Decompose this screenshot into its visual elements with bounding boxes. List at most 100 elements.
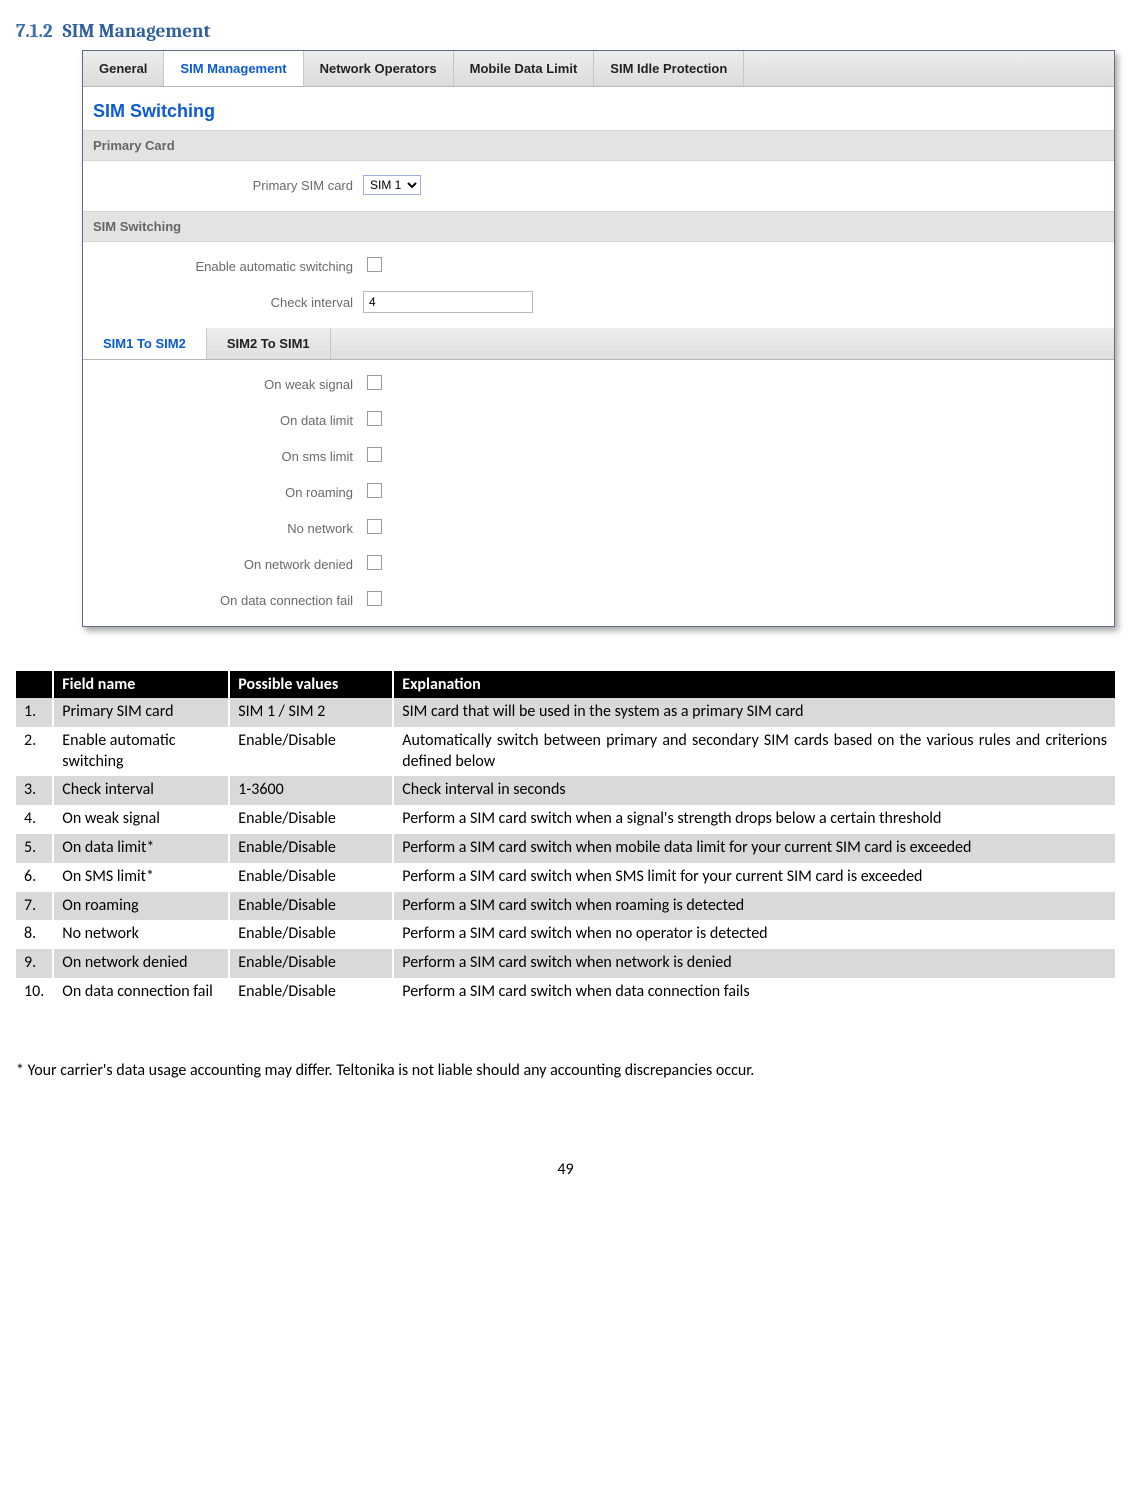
table-cell: Enable/Disable bbox=[229, 805, 393, 834]
table-cell: SIM card that will be used in the system… bbox=[393, 698, 1115, 727]
main-tabs: General SIM Management Network Operators… bbox=[83, 51, 1114, 87]
checkbox-condition[interactable] bbox=[367, 447, 382, 462]
tab-general[interactable]: General bbox=[83, 51, 164, 86]
row-condition: On data limit bbox=[83, 402, 1114, 438]
label-condition: No network bbox=[83, 521, 361, 536]
col-possible-values: Possible values bbox=[229, 671, 393, 698]
table-cell: 3. bbox=[16, 776, 53, 805]
checkbox-enable-auto[interactable] bbox=[367, 257, 382, 272]
sub-tabs: SIM1 To SIM2 SIM2 To SIM1 bbox=[83, 328, 1114, 360]
table-cell: Enable/Disable bbox=[229, 949, 393, 978]
table-cell: On data limit* bbox=[53, 834, 229, 863]
label-condition: On roaming bbox=[83, 485, 361, 500]
table-cell: 1-3600 bbox=[229, 776, 393, 805]
bar-sim-switching: SIM Switching bbox=[83, 211, 1114, 242]
row-condition: On data connection fail bbox=[83, 582, 1114, 618]
table-cell: Perform a SIM card switch when no operat… bbox=[393, 920, 1115, 949]
table-cell: 4. bbox=[16, 805, 53, 834]
row-primary-sim: Primary SIM card SIM 1 bbox=[83, 167, 1114, 203]
table-row: 2.Enable automatic switchingEnable/Disab… bbox=[16, 727, 1115, 777]
input-check-interval[interactable] bbox=[363, 291, 533, 313]
table-cell: 1. bbox=[16, 698, 53, 727]
checkbox-condition[interactable] bbox=[367, 555, 382, 570]
conditions-list: On weak signal On data limit On sms limit O… bbox=[83, 360, 1114, 626]
table-cell: On SMS limit* bbox=[53, 863, 229, 892]
heading-title: SIM Management bbox=[63, 20, 211, 42]
table-cell: Perform a SIM card switch when a signal'… bbox=[393, 805, 1115, 834]
row-check-interval: Check interval bbox=[83, 284, 1114, 320]
table-cell: 8. bbox=[16, 920, 53, 949]
tab-spacer bbox=[744, 51, 1114, 86]
table-cell: No network bbox=[53, 920, 229, 949]
footnote: * Your carrier's data usage accounting m… bbox=[16, 1061, 1115, 1080]
table-row: 1.Primary SIM cardSIM 1 / SIM 2SIM card … bbox=[16, 698, 1115, 727]
table-cell: Perform a SIM card switch when roaming i… bbox=[393, 892, 1115, 921]
table-cell: Enable/Disable bbox=[229, 834, 393, 863]
checkbox-condition[interactable] bbox=[367, 375, 382, 390]
tab-sim-idle-protection[interactable]: SIM Idle Protection bbox=[594, 51, 744, 86]
tab-mobile-data-limit[interactable]: Mobile Data Limit bbox=[454, 51, 595, 86]
label-enable-auto: Enable automatic switching bbox=[83, 259, 361, 274]
table-cell: Enable/Disable bbox=[229, 978, 393, 1007]
row-condition: On network denied bbox=[83, 546, 1114, 582]
label-condition: On data connection fail bbox=[83, 593, 361, 608]
col-explanation: Explanation bbox=[393, 671, 1115, 698]
table-cell: 6. bbox=[16, 863, 53, 892]
table-cell: Check interval bbox=[53, 776, 229, 805]
label-condition: On network denied bbox=[83, 557, 361, 572]
checkbox-condition[interactable] bbox=[367, 411, 382, 426]
table-row: 4.On weak signalEnable/DisablePerform a … bbox=[16, 805, 1115, 834]
table-cell: 2. bbox=[16, 727, 53, 777]
subtab-sim2-to-sim1[interactable]: SIM2 To SIM1 bbox=[207, 328, 331, 359]
table-cell: Enable automatic switching bbox=[53, 727, 229, 777]
heading-number: 7.1.2 bbox=[16, 20, 52, 42]
label-primary-sim: Primary SIM card bbox=[83, 178, 361, 193]
table-cell: Primary SIM card bbox=[53, 698, 229, 727]
settings-screenshot: General SIM Management Network Operators… bbox=[82, 50, 1115, 627]
table-cell: 10. bbox=[16, 978, 53, 1007]
label-condition: On weak signal bbox=[83, 377, 361, 392]
select-primary-sim[interactable]: SIM 1 bbox=[363, 175, 421, 195]
table-row: 5.On data limit*Enable/DisablePerform a … bbox=[16, 834, 1115, 863]
table-cell: 5. bbox=[16, 834, 53, 863]
row-condition: No network bbox=[83, 510, 1114, 546]
page-number: 49 bbox=[16, 1160, 1115, 1179]
parameters-table-wrap: Field name Possible values Explanation 1… bbox=[16, 671, 1115, 1007]
row-condition: On sms limit bbox=[83, 438, 1114, 474]
table-body: 1.Primary SIM cardSIM 1 / SIM 2SIM card … bbox=[16, 698, 1115, 1007]
table-row: 10.On data connection failEnable/Disable… bbox=[16, 978, 1115, 1007]
label-check-interval: Check interval bbox=[83, 295, 361, 310]
table-cell: Enable/Disable bbox=[229, 863, 393, 892]
col-field-name: Field name bbox=[53, 671, 229, 698]
table-cell: On roaming bbox=[53, 892, 229, 921]
table-row: 9.On network deniedEnable/DisablePerform… bbox=[16, 949, 1115, 978]
table-cell: Enable/Disable bbox=[229, 892, 393, 921]
table-cell: Automatically switch between primary and… bbox=[393, 727, 1115, 777]
checkbox-condition[interactable] bbox=[367, 519, 382, 534]
table-row: 7.On roamingEnable/DisablePerform a SIM … bbox=[16, 892, 1115, 921]
tab-network-operators[interactable]: Network Operators bbox=[304, 51, 454, 86]
checkbox-condition[interactable] bbox=[367, 483, 382, 498]
section-heading: 7.1.2 SIM Management bbox=[16, 20, 1115, 42]
table-cell: Perform a SIM card switch when mobile da… bbox=[393, 834, 1115, 863]
checkbox-condition[interactable] bbox=[367, 591, 382, 606]
table-row: 3.Check interval1-3600Check interval in … bbox=[16, 776, 1115, 805]
table-cell: Perform a SIM card switch when data conn… bbox=[393, 978, 1115, 1007]
table-cell: Perform a SIM card switch when network i… bbox=[393, 949, 1115, 978]
table-cell: On weak signal bbox=[53, 805, 229, 834]
table-cell: On network denied bbox=[53, 949, 229, 978]
label-condition: On sms limit bbox=[83, 449, 361, 464]
table-row: 8.No networkEnable/DisablePerform a SIM … bbox=[16, 920, 1115, 949]
table-cell: SIM 1 / SIM 2 bbox=[229, 698, 393, 727]
bar-primary-card: Primary Card bbox=[83, 130, 1114, 161]
table-header-row: Field name Possible values Explanation bbox=[16, 671, 1115, 698]
table-cell: Enable/Disable bbox=[229, 727, 393, 777]
tab-sim-management[interactable]: SIM Management bbox=[164, 51, 303, 86]
subtab-sim1-to-sim2[interactable]: SIM1 To SIM2 bbox=[83, 328, 207, 359]
table-cell: Perform a SIM card switch when SMS limit… bbox=[393, 863, 1115, 892]
col-blank bbox=[16, 671, 53, 698]
label-condition: On data limit bbox=[83, 413, 361, 428]
table-cell: 9. bbox=[16, 949, 53, 978]
table-cell: On data connection fail bbox=[53, 978, 229, 1007]
table-cell: Enable/Disable bbox=[229, 920, 393, 949]
